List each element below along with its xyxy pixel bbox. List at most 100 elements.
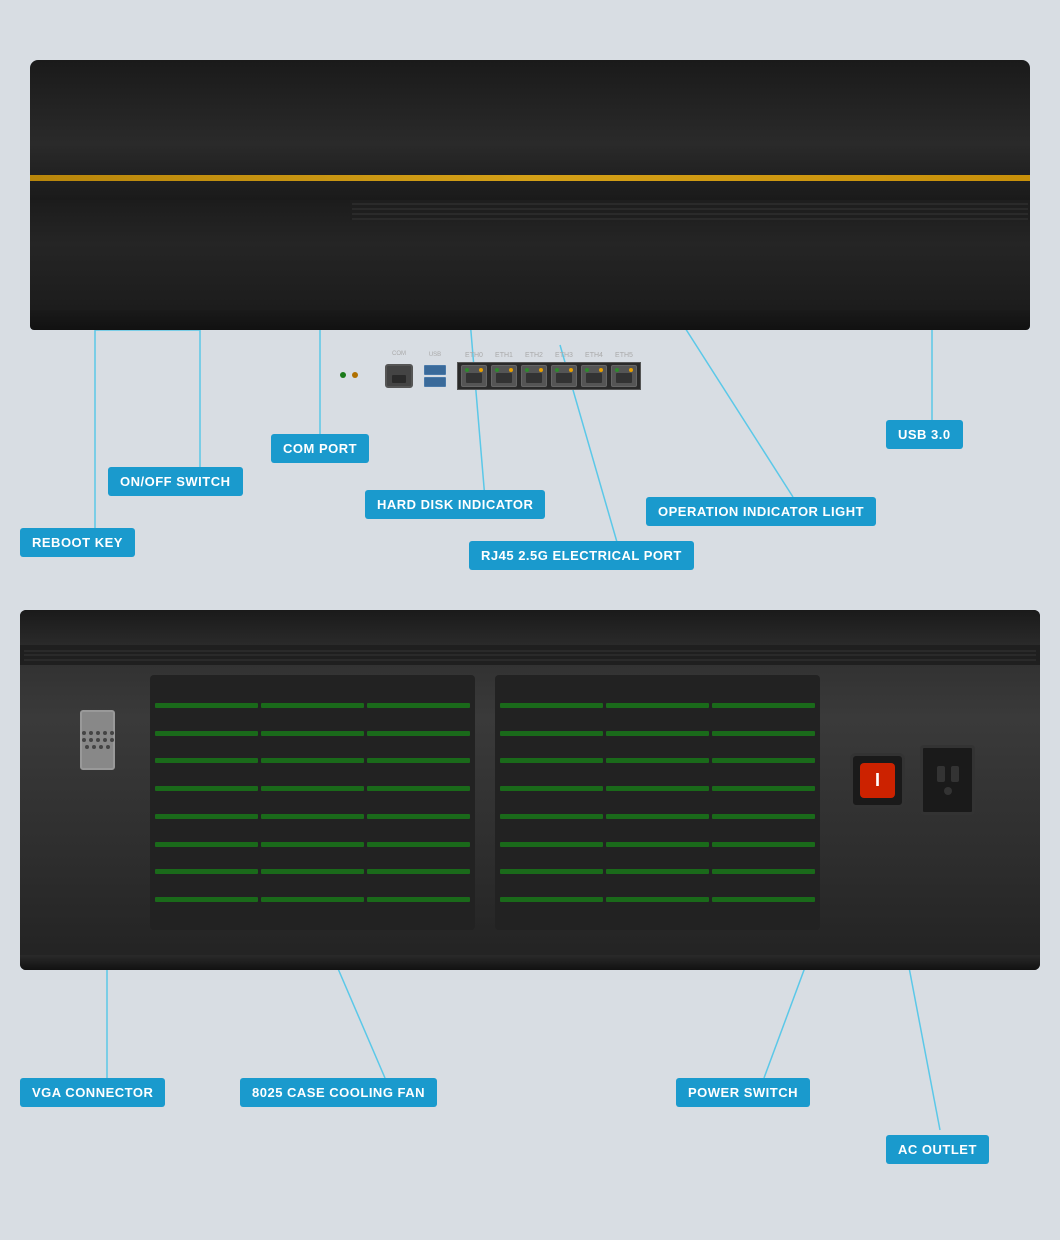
eth3-label: ETH3: [555, 352, 573, 359]
vent-bar: [155, 703, 258, 708]
reboot-key-label: REBOOT KEY: [20, 528, 135, 557]
vent-row: [500, 869, 815, 874]
vent-bar: [500, 786, 603, 791]
power-switch-inner: I: [860, 763, 895, 798]
front-panel: COM USB ETH0: [30, 200, 1030, 310]
vent-bar: [500, 731, 603, 736]
rj45-label: RJ45 2.5G ELECTRICAL PORT: [469, 541, 694, 570]
vent-bar: [712, 703, 815, 708]
vent-bar: [606, 814, 709, 819]
vga-pin: [110, 731, 114, 735]
usb-label: USB: [429, 352, 441, 358]
eth4-label: ETH4: [585, 352, 603, 359]
power-switch-button[interactable]: I: [850, 753, 905, 808]
vent-bar: [712, 897, 815, 902]
vent-bar: [606, 897, 709, 902]
vent-bar: [367, 814, 470, 819]
vent-bar: [261, 703, 364, 708]
vent-row: [155, 814, 470, 819]
vent-row: [155, 758, 470, 763]
eth-ports-group: ETH0 ETH1 ETH2: [457, 362, 641, 390]
vent-bar: [606, 703, 709, 708]
eth5-led-amber: [629, 368, 633, 372]
eth4-port: [581, 365, 607, 387]
vent-row: [155, 703, 470, 708]
vent-row: [500, 814, 815, 819]
eth4-led-green: [585, 368, 589, 372]
vent-row: [500, 786, 815, 791]
vent-bar: [367, 731, 470, 736]
fan-section-2: [495, 675, 820, 930]
vent-row: [155, 842, 470, 847]
ac-holes: [937, 766, 959, 782]
vga-port: [80, 710, 115, 770]
com-port-connector: [385, 364, 413, 388]
vent-bar: [500, 842, 603, 847]
hard-disk-indicator-label: HARD DISK INDICATOR: [365, 490, 545, 519]
eth1-label: ETH1: [495, 352, 513, 359]
bottom-top-bar: [20, 610, 1040, 645]
eth4-wrapper: ETH4: [580, 365, 608, 387]
vent-bar: [261, 758, 364, 763]
vent-bar: [712, 758, 815, 763]
vent-bar: [155, 842, 258, 847]
eth5-wrapper: ETH5: [610, 365, 638, 387]
ac-hole-left: [937, 766, 945, 782]
vga-pin: [99, 745, 103, 749]
usb-ports: [424, 365, 446, 387]
vga-connector-label: VGA CONNECTOR: [20, 1078, 165, 1107]
eth1-wrapper: ETH1: [490, 365, 518, 387]
vga-pin: [96, 738, 100, 742]
vga-pin: [82, 731, 86, 735]
eth3-wrapper: ETH3: [550, 365, 578, 387]
vent-row: [155, 869, 470, 874]
bottom-device-body: I: [20, 610, 1040, 970]
eth3-led-amber: [569, 368, 573, 372]
eth4-led-amber: [599, 368, 603, 372]
vent-row: [155, 731, 470, 736]
eth3-led-green: [555, 368, 559, 372]
vga-pin: [106, 745, 110, 749]
eth1-led-green: [495, 368, 499, 372]
vga-pin: [92, 745, 96, 749]
ac-outlet-label: AC OUTLET: [886, 1135, 989, 1164]
top-device: COM USB ETH0: [30, 60, 1030, 380]
vent-row: [500, 758, 815, 763]
vent-bar: [500, 758, 603, 763]
vent-bar: [261, 842, 364, 847]
vga-pin: [89, 738, 93, 742]
vent-bar: [367, 786, 470, 791]
vent-bar: [712, 786, 815, 791]
vent-bar: [155, 731, 258, 736]
amber-dot: [352, 372, 358, 378]
eth0-port: [461, 365, 487, 387]
vent-bar: [155, 786, 258, 791]
vent-bar: [712, 731, 815, 736]
vent-row: [155, 897, 470, 902]
ac-outlet-connector: [920, 745, 975, 815]
eth2-led-green: [525, 368, 529, 372]
operation-indicator-light-label: OPERATION INDICATOR LIGHT: [646, 497, 876, 526]
vga-pin: [103, 738, 107, 742]
vent-bar: [367, 869, 470, 874]
vent-bar: [500, 703, 603, 708]
vent-bar: [261, 731, 364, 736]
ports-area: COM USB ETH0: [385, 362, 641, 390]
green-dot: [340, 372, 346, 378]
vent-bar: [712, 869, 815, 874]
vent-bar: [261, 869, 364, 874]
bottom-device-bottom-edge: [20, 955, 1040, 970]
eth5-port: [611, 365, 637, 387]
vent-bar: [155, 897, 258, 902]
vent-row: [500, 731, 815, 736]
vga-pin: [96, 731, 100, 735]
vent-bar: [367, 897, 470, 902]
vga-pin: [85, 745, 89, 749]
com-port-label: COM PORT: [271, 434, 369, 463]
eth2-led-amber: [539, 368, 543, 372]
usb-port-1: [424, 365, 446, 375]
com-label: COM: [392, 351, 406, 357]
usb-port-2: [424, 377, 446, 387]
vent-bar: [606, 869, 709, 874]
vent-bar: [155, 814, 258, 819]
